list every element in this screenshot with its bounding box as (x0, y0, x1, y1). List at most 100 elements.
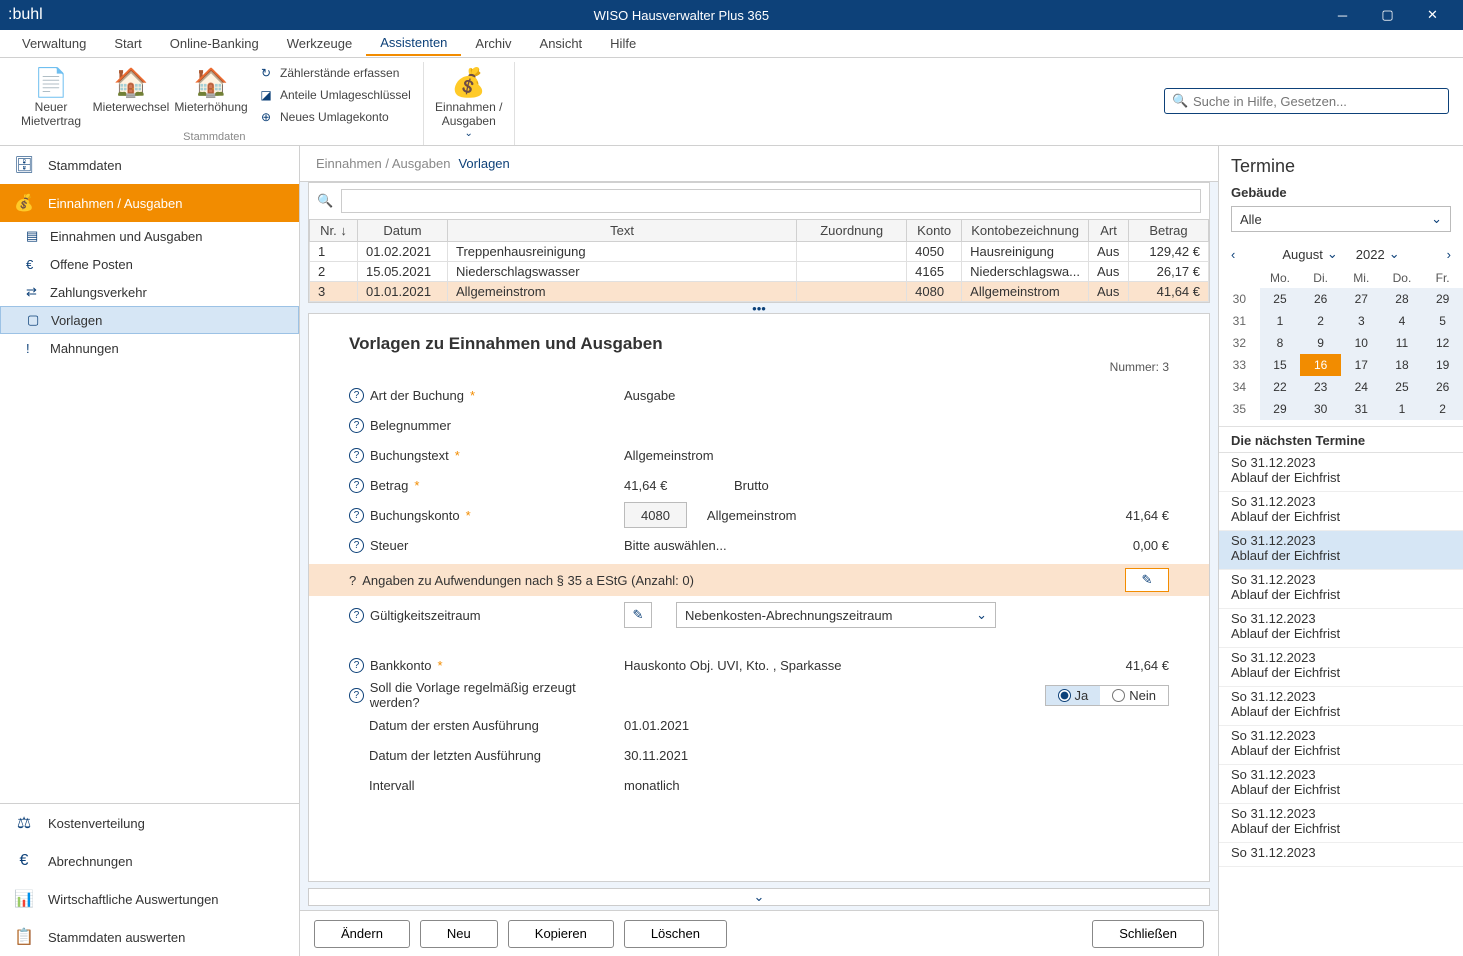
recurrent-radio[interactable]: JaNein (1045, 685, 1169, 706)
help-icon[interactable]: ? (349, 448, 364, 463)
sidebar-item-kostenverteilung[interactable]: ⚖Kostenverteilung (0, 804, 299, 842)
calendar-day[interactable]: 17 (1341, 354, 1382, 376)
gueltigkeit-dropdown[interactable]: Nebenkosten-Abrechnungszeitraum⌄ (676, 602, 996, 628)
table-search-input[interactable] (341, 189, 1201, 213)
collapse-bar[interactable]: ⌄ (308, 888, 1210, 906)
calendar-day[interactable]: 12 (1422, 332, 1463, 354)
calendar-day[interactable]: 29 (1422, 288, 1463, 310)
column-header[interactable]: Text (448, 220, 797, 242)
calendar-day[interactable]: 18 (1382, 354, 1423, 376)
rent-increase-button[interactable]: 🏠Mieterhöhung (172, 62, 250, 131)
calendar-day[interactable]: 8 (1260, 332, 1301, 354)
calendar-day[interactable]: 2 (1300, 310, 1341, 332)
copy-button[interactable]: Kopieren (508, 920, 614, 948)
menu-item-ansicht[interactable]: Ansicht (526, 32, 597, 55)
meter-readings-button[interactable]: ↻Zählerstände erfassen (252, 62, 417, 84)
menu-item-assistenten[interactable]: Assistenten (366, 31, 461, 56)
help-icon[interactable]: ? (349, 538, 364, 553)
table-row[interactable]: 215.05.2021Niederschlagswasser4165Nieder… (310, 262, 1209, 282)
calendar-day[interactable]: 26 (1422, 376, 1463, 398)
allocation-key-button[interactable]: ◪Anteile Umlageschlüssel (252, 84, 417, 106)
calendar-day[interactable]: 30 (1300, 398, 1341, 420)
menu-item-verwaltung[interactable]: Verwaltung (8, 32, 100, 55)
tenant-change-button[interactable]: 🏠Mieterwechsel (92, 62, 170, 131)
calendar-day[interactable]: 11 (1382, 332, 1423, 354)
calendar-day[interactable]: 27 (1341, 288, 1382, 310)
help-icon[interactable]: ? (349, 573, 356, 588)
calendar-day[interactable]: 31 (1341, 398, 1382, 420)
edit-button[interactable]: ✎ (1125, 568, 1169, 592)
help-icon[interactable]: ? (349, 658, 364, 673)
new-button[interactable]: Neu (420, 920, 498, 948)
calendar-day[interactable]: 5 (1422, 310, 1463, 332)
menu-item-hilfe[interactable]: Hilfe (596, 32, 650, 55)
prev-month-button[interactable]: ‹ (1231, 247, 1235, 262)
close-button[interactable]: ✕ (1410, 0, 1455, 30)
column-header[interactable]: Konto (907, 220, 962, 242)
help-icon[interactable]: ? (349, 418, 364, 433)
splitter[interactable]: ••• (300, 303, 1218, 313)
calendar-day[interactable]: 24 (1341, 376, 1382, 398)
help-icon[interactable]: ? (349, 508, 364, 523)
calendar-day[interactable]: 2 (1422, 398, 1463, 420)
termine-item[interactable]: So 31.12.2023Ablauf der Eichfrist (1219, 531, 1463, 570)
termine-item[interactable]: So 31.12.2023Ablauf der Eichfrist (1219, 570, 1463, 609)
sidebar-item-stammdaten[interactable]: 🗄Stammdaten (0, 146, 299, 184)
table-row[interactable]: 101.02.2021Treppenhausreinigung4050Hausr… (310, 242, 1209, 262)
calendar-day[interactable]: 28 (1382, 288, 1423, 310)
termine-item[interactable]: So 31.12.2023Ablauf der Eichfrist (1219, 687, 1463, 726)
sidebar-sub-offene-posten[interactable]: €Offene Posten (0, 250, 299, 278)
sidebar-item-abrechnungen[interactable]: €Abrechnungen (0, 842, 299, 880)
column-header[interactable]: Betrag (1129, 220, 1209, 242)
calendar-day[interactable]: 23 (1300, 376, 1341, 398)
menu-item-online-banking[interactable]: Online-Banking (156, 32, 273, 55)
gebaude-dropdown[interactable]: Alle⌄ (1231, 206, 1451, 232)
maximize-button[interactable]: ▢ (1365, 0, 1410, 30)
income-expense-button[interactable]: 💰Einnahmen / Ausgaben⌄ (430, 62, 508, 141)
calendar-day[interactable]: 25 (1260, 288, 1301, 310)
calendar-day[interactable]: 10 (1341, 332, 1382, 354)
sidebar-sub-einnahmen-ausgaben[interactable]: ▤Einnahmen und Ausgaben (0, 222, 299, 250)
sidebar-sub-vorlagen[interactable]: ▢Vorlagen (0, 306, 299, 334)
column-header[interactable]: Datum (358, 220, 448, 242)
menu-item-werkzeuge[interactable]: Werkzeuge (273, 32, 367, 55)
year-selector[interactable]: 2022 ⌄ (1356, 246, 1400, 262)
termine-item[interactable]: So 31.12.2023Ablauf der Eichfrist (1219, 453, 1463, 492)
month-selector[interactable]: August ⌄ (1282, 246, 1337, 262)
sidebar-item-einnahmen[interactable]: 💰Einnahmen / Ausgaben (0, 184, 299, 222)
calendar-day[interactable]: 4 (1382, 310, 1423, 332)
sidebar-item-wirtschaftliche[interactable]: 📊Wirtschaftliche Auswertungen (0, 880, 299, 918)
termine-item[interactable]: So 31.12.2023Ablauf der Eichfrist (1219, 648, 1463, 687)
konto-value[interactable]: 4080 (624, 502, 687, 528)
termine-item[interactable]: So 31.12.2023Ablauf der Eichfrist (1219, 609, 1463, 648)
help-icon[interactable]: ? (349, 688, 364, 703)
minimize-button[interactable]: ─ (1320, 0, 1365, 30)
termine-item[interactable]: So 31.12.2023Ablauf der Eichfrist (1219, 765, 1463, 804)
calendar-day[interactable]: 1 (1382, 398, 1423, 420)
menu-item-start[interactable]: Start (100, 32, 155, 55)
column-header[interactable]: Nr. ↓ (310, 220, 358, 242)
steuer-value[interactable]: Bitte auswählen... (624, 538, 727, 553)
help-icon[interactable]: ? (349, 608, 364, 623)
delete-button[interactable]: Löschen (624, 920, 727, 948)
new-lease-button[interactable]: 📄Neuer Mietvertrag (12, 62, 90, 131)
termine-item[interactable]: So 31.12.2023Ablauf der Eichfrist (1219, 804, 1463, 843)
help-search-input[interactable] (1164, 88, 1449, 114)
help-icon[interactable]: ? (349, 388, 364, 403)
menu-item-archiv[interactable]: Archiv (461, 32, 525, 55)
next-month-button[interactable]: › (1447, 247, 1451, 262)
calendar-day[interactable]: 9 (1300, 332, 1341, 354)
calendar-day[interactable]: 25 (1382, 376, 1423, 398)
column-header[interactable]: Kontobezeichnung (962, 220, 1089, 242)
table-row[interactable]: 301.01.2021Allgemeinstrom4080Allgemeinst… (310, 282, 1209, 302)
termine-item[interactable]: So 31.12.2023Ablauf der Eichfrist (1219, 492, 1463, 531)
close-button[interactable]: Schließen (1092, 920, 1204, 948)
change-button[interactable]: Ändern (314, 920, 410, 948)
calendar-day[interactable]: 16 (1300, 354, 1341, 376)
termine-item[interactable]: So 31.12.2023 (1219, 843, 1463, 867)
sidebar-sub-mahnungen[interactable]: !Mahnungen (0, 334, 299, 362)
column-header[interactable]: Art (1089, 220, 1129, 242)
termine-item[interactable]: So 31.12.2023Ablauf der Eichfrist (1219, 726, 1463, 765)
calendar-day[interactable]: 19 (1422, 354, 1463, 376)
help-icon[interactable]: ? (349, 478, 364, 493)
